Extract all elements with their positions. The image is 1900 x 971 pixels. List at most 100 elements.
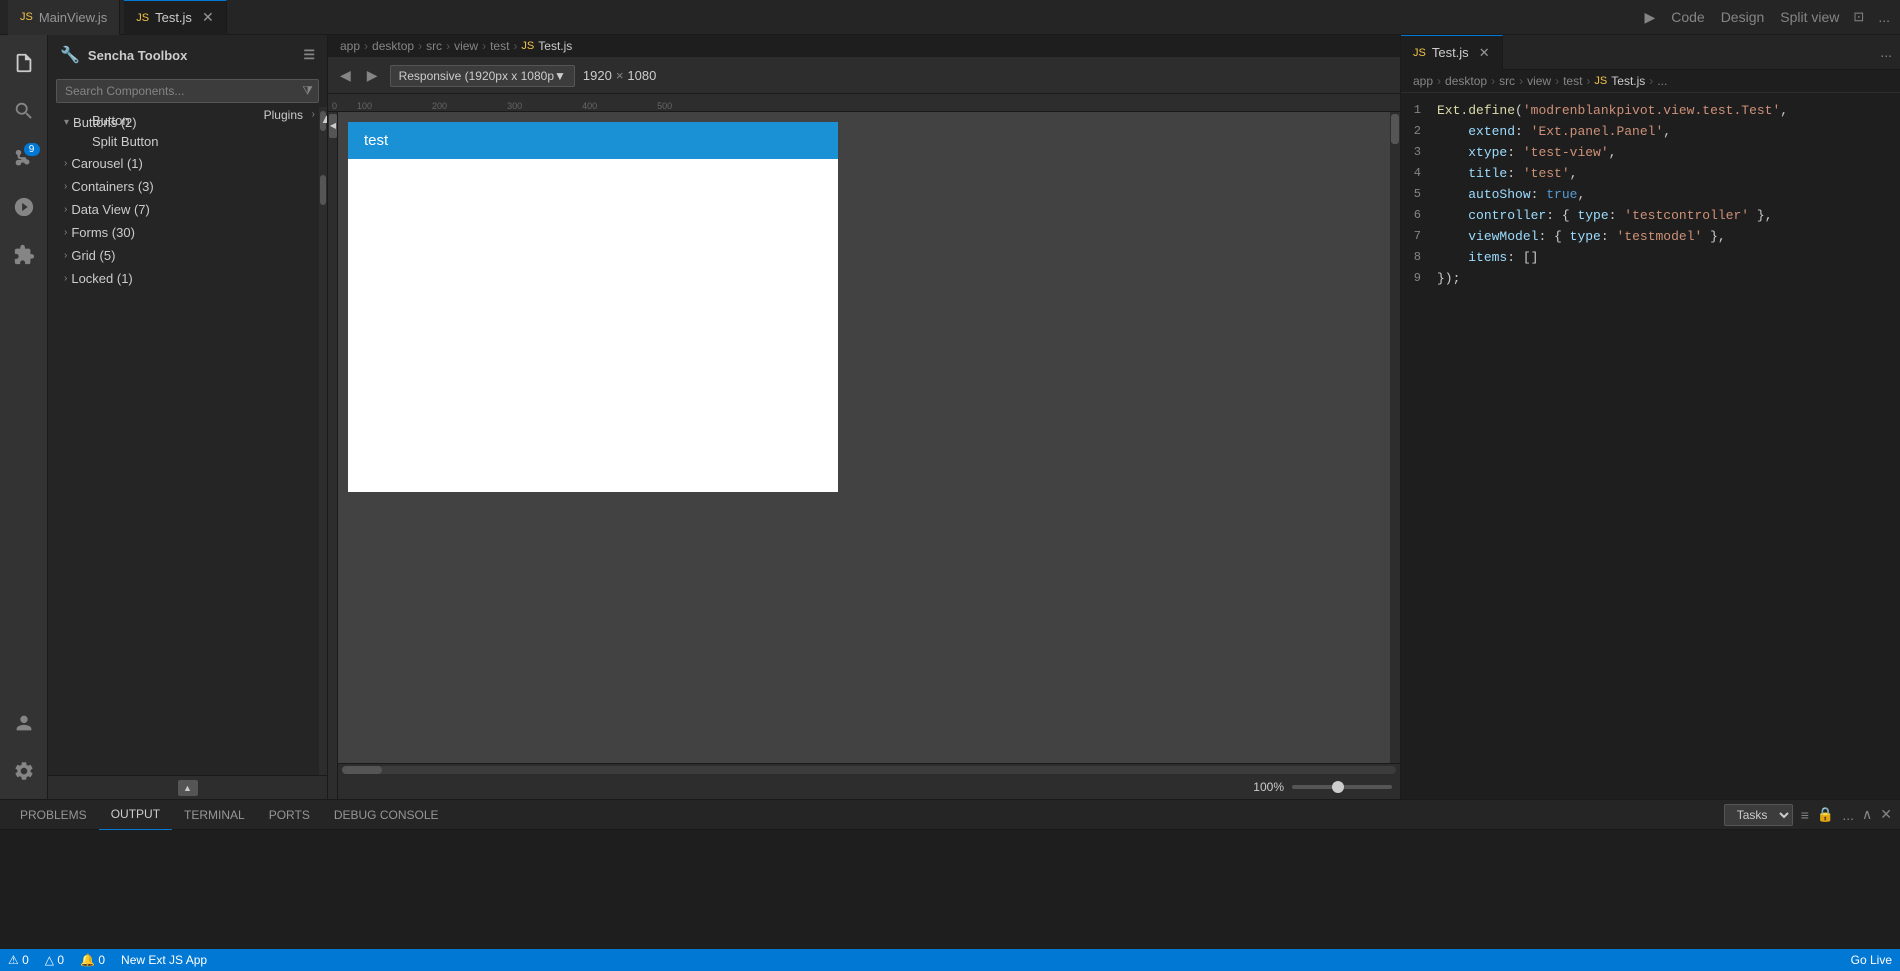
tab-debug-console-label: DEBUG CONSOLE [334,808,439,822]
line-content-6: controller: { type: 'testcontroller' }, [1437,206,1773,227]
source-control-badge: 9 [24,143,40,156]
account-icon[interactable] [4,703,44,743]
bottom-more-icon[interactable]: ... [1842,807,1854,823]
search-icon[interactable] [4,91,44,131]
files-icon[interactable] [4,43,44,83]
right-bc-sep5: › [1586,74,1590,88]
sidebar-scrollbar[interactable]: ▲ [319,107,327,775]
responsive-selector[interactable]: Responsive (1920px x 1080p▼ [390,65,575,87]
top-bar-right: ▶ Code Design Split view ⊡ ... [1642,7,1892,28]
design-button[interactable]: Design [1719,7,1767,27]
split-view-button[interactable]: Split view [1778,7,1841,27]
tasks-select[interactable]: Tasks [1724,804,1793,826]
tab-output[interactable]: OUTPUT [99,800,172,830]
tab-terminal[interactable]: TERMINAL [172,800,257,830]
tree-group-forms-label: Forms (30) [71,225,135,240]
plugins-label[interactable]: Plugins [264,108,303,122]
sidebar-scroll-thumb[interactable] [320,175,326,205]
sidebar-scroll-down-btn[interactable]: ▲ [178,780,198,796]
toolbox-tree: ▾ Buttons (2) Plugins › Button Split But… [48,107,319,775]
tree-group-carousel[interactable]: › Carousel (1) [48,152,319,175]
tab-output-label: OUTPUT [111,807,160,821]
bottom-collapse-icon[interactable]: ∧ [1862,806,1872,823]
bottom-lock-icon[interactable]: 🔒 [1817,806,1834,823]
right-tab-close[interactable]: ✕ [1479,45,1490,61]
toolbox-title: Sencha Toolbox [88,48,187,63]
preview-vscroll[interactable] [1390,112,1400,763]
breadcrumb-test: test [490,39,509,53]
tab-ports[interactable]: PORTS [257,800,322,830]
tree-group-dataview-label: Data View (7) [71,202,150,217]
right-bc-sep6: › [1649,74,1653,88]
run-debug-icon[interactable] [4,187,44,227]
breadcrumb-sep1: › [364,39,368,53]
plugins-chevron: › [312,109,315,120]
line-content-1: Ext.define('modrenblankpivot.view.test.T… [1437,101,1788,122]
preview-toolbar: ◀ ▶ Responsive (1920px x 1080p▼ 1920 × 1… [328,58,1400,94]
zoom-slider[interactable] [1292,785,1392,789]
tab-test-label: Test.js [155,10,192,25]
search-input[interactable] [56,79,319,103]
tree-group-locked[interactable]: › Locked (1) [48,267,319,290]
chevron-dataview: › [64,204,67,215]
right-bc-sep3: › [1519,74,1523,88]
settings-icon[interactable] [4,751,44,791]
tab-mainview-icon: JS [20,11,33,23]
ruler-mark-3: 300 [507,101,522,111]
tab-ports-label: PORTS [269,808,310,822]
tab-problems-label: PROBLEMS [20,808,87,822]
layout-icon[interactable]: ⊡ [1853,9,1864,25]
tab-mainview[interactable]: JS MainView.js [8,0,120,35]
status-new-app[interactable]: New Ext JS App [121,953,207,967]
breadcrumb-sep3: › [446,39,450,53]
source-control-icon[interactable]: 9 [4,139,44,179]
breadcrumb-view: view [454,39,478,53]
tree-group-containers[interactable]: › Containers (3) [48,175,319,198]
status-go-live[interactable]: Go Live [1851,953,1892,967]
body-area: 9 [0,35,1900,799]
tree-group-locked-label: Locked (1) [71,271,132,286]
app-window: JS MainView.js JS Test.js ✕ ▶ Code Desig… [0,0,1900,971]
breadcrumb-sep5: › [513,39,517,53]
line-num-3: 3 [1405,143,1437,164]
tree-item-button-label: Button [92,113,130,128]
right-breadcrumb: app › desktop › src › view › test › JS T… [1401,70,1900,93]
line-content-7: viewModel: { type: 'testmodel' }, [1437,227,1726,248]
tree-group-grid[interactable]: › Grid (5) [48,244,319,267]
bottom-list-icon[interactable]: ≡ [1801,807,1809,823]
activity-bar: 9 [0,35,48,799]
preview-hscroll-track [342,766,1396,774]
right-tab-test[interactable]: JS Test.js ✕ [1401,35,1503,70]
code-line-3: 3 xtype: 'test-view', [1401,143,1900,164]
preview-vscroll-thumb[interactable] [1391,114,1399,144]
tree-group-forms[interactable]: › Forms (30) [48,221,319,244]
code-button[interactable]: Code [1669,7,1706,27]
preview-hscroll[interactable] [338,763,1400,775]
tab-test-close[interactable]: ✕ [202,9,214,26]
error-icon: ⚠ [8,953,19,967]
breadcrumb-sep4: › [482,39,486,53]
sidebar-scroll-up[interactable]: ▲ [320,111,326,131]
zoom-slider-thumb[interactable] [1332,781,1344,793]
bottom-close-icon[interactable]: ✕ [1880,806,1892,823]
tree-item-split-button-label: Split Button [92,134,159,149]
code-line-2: 2 extend: 'Ext.panel.Panel', [1401,122,1900,143]
code-editor-content: 1 Ext.define('modrenblankpivot.view.test… [1401,93,1900,799]
tree-group-dataview[interactable]: › Data View (7) [48,198,319,221]
preview-prev-btn[interactable]: ◀ [336,65,355,86]
tab-debug-console[interactable]: DEBUG CONSOLE [322,800,451,830]
more-actions-button[interactable]: ... [1876,7,1892,27]
tree-item-split-button[interactable]: Split Button [48,131,319,152]
status-bar: ⚠ 0 △ 0 🔔 0 New Ext JS App Go Live [0,949,1900,971]
preview-hscroll-thumb[interactable] [342,766,382,774]
run-button[interactable]: ▶ [1642,7,1657,28]
preview-collapse-btn[interactable]: ◀ [329,114,337,138]
extensions-icon[interactable] [4,235,44,275]
info-icon: 🔔 [80,953,95,967]
right-more-icon[interactable]: ... [1880,44,1892,60]
preview-next-btn[interactable]: ▶ [363,65,382,86]
ruler-mark-0: 0 [332,101,337,111]
toolbox-menu-icon[interactable]: ☰ [303,47,315,63]
tab-test[interactable]: JS Test.js ✕ [124,0,226,35]
tab-problems[interactable]: PROBLEMS [8,800,99,830]
